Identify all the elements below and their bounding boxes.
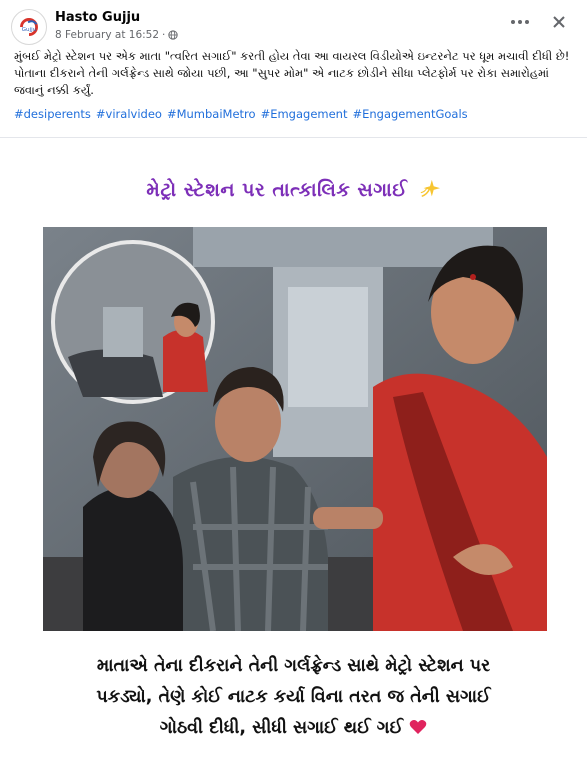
caption-line: માતાએ તેના દીકરાને તેની ગર્લફ્રેન્ડ સાથે… [96,656,491,676]
post-header: Gujju Hasto Gujju 8 February at 16:52 · [0,0,587,45]
page-avatar[interactable]: Gujju [11,9,47,45]
more-options-icon[interactable] [510,18,530,26]
media-caption: માતાએ તેના દીકરાને તેની ગર્લફ્રેન્ડ સાથે… [20,651,567,744]
page-logo-icon: Gujju [12,10,46,44]
post-media[interactable]: મેટ્રો સ્ટેશન પર તાત્કાલિક સગાઈ માતાએ તે… [0,137,587,770]
media-heading: મેટ્રો સ્ટેશન પર તાત્કાલિક સગાઈ [0,178,587,201]
hashtag-link[interactable]: #Emgagement [261,107,348,121]
heart-icon [409,720,427,734]
hashtag-link[interactable]: #desiperents [14,107,91,121]
hashtag-link[interactable]: #viralvideo [96,107,162,121]
avatar-logo-text: Gujju [22,27,37,33]
hashtag-link[interactable]: #EngagementGoals [352,107,467,121]
meta-separator: · [162,29,166,41]
caption-line: ગોઠવી દીધી, સીધી સગાઈ થઈ ગઈ [159,718,404,738]
page-name[interactable]: Hasto Gujju [55,10,140,25]
post-timestamp[interactable]: 8 February at 16:52 [55,29,159,41]
media-heading-text: મેટ્રો સ્ટેશન પર તાત્કાલિક સગાઈ [146,179,408,201]
caption-line-last: ગોઠવી દીધી, સીધી સગાઈ થઈ ગઈ [20,713,567,744]
caption-line: પકડ્યો, તેણે કોઈ નાટક કર્યા વિના તરત જ ત… [96,687,491,707]
post-meta: 8 February at 16:52 · [55,29,179,41]
hashtag-list: #desiperents #viralvideo #MumbaiMetro #E… [14,107,468,121]
globe-icon [168,30,179,40]
hashtag-link[interactable]: #MumbaiMetro [167,107,256,121]
close-icon[interactable] [551,14,567,30]
post-text: મુંબઈ મેટ્રો સ્ટેશન પર એક માતા "ત્વરિત સ… [14,49,570,97]
sparkle-icon [420,179,440,198]
metro-photo [43,227,547,631]
